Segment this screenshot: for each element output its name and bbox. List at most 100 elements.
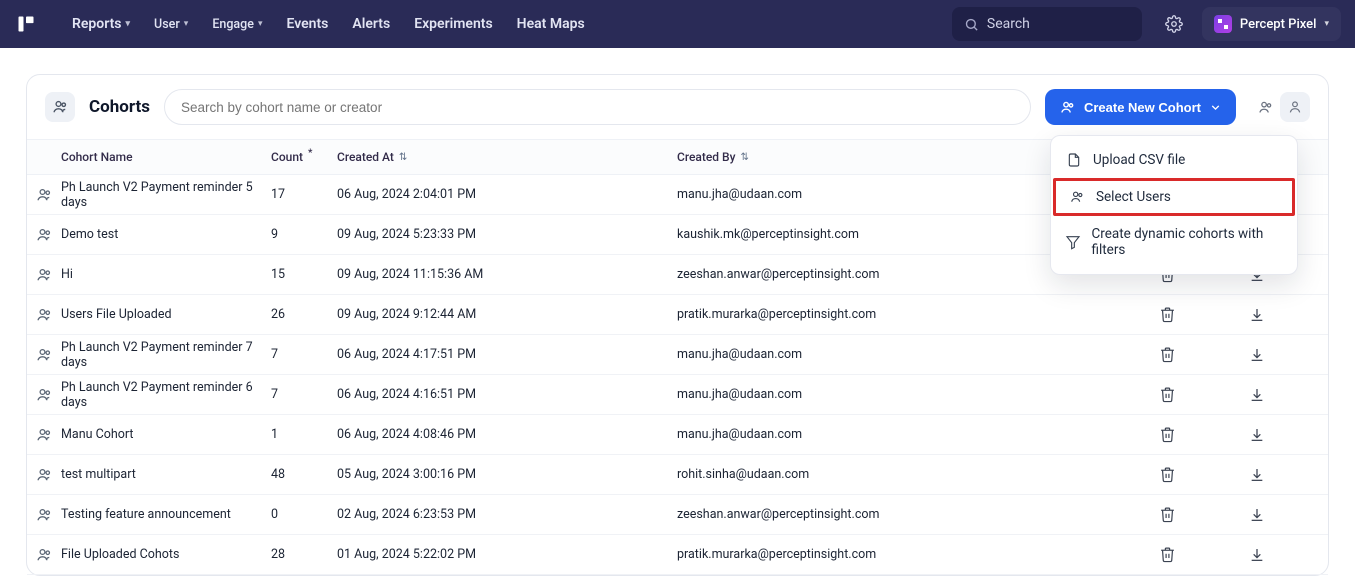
cell-count: 7	[271, 387, 337, 402]
cohort-icon	[27, 266, 61, 284]
menu-item-label: Create dynamic cohorts with filters	[1091, 226, 1283, 258]
col-created-at[interactable]: Created At⇅	[337, 150, 677, 164]
nav-user[interactable]: User▾	[144, 11, 198, 38]
download-button[interactable]	[1227, 467, 1287, 483]
table-row[interactable]: Ph Launch V2 Payment reminder 6 days706 …	[27, 375, 1328, 415]
cohort-icon	[1068, 189, 1086, 205]
nav-reports[interactable]: Reports▾	[62, 10, 140, 38]
cell-count: 0	[271, 507, 337, 522]
cohort-icon	[27, 466, 61, 484]
nav-experiments[interactable]: Experiments	[404, 10, 502, 38]
view-user-button[interactable]	[1280, 92, 1310, 122]
nav-engage[interactable]: Engage▾	[202, 11, 272, 38]
table-row[interactable]: test multipart4805 Aug, 2024 3:00:16 PMr…	[27, 455, 1328, 495]
cell-created-by: manu.jha@udaan.com	[677, 187, 1107, 202]
workspace-icon	[1214, 15, 1232, 33]
cell-created-at: 06 Aug, 2024 4:17:51 PM	[337, 347, 677, 362]
cell-count: 15	[271, 267, 337, 282]
cohort-icon	[27, 346, 61, 364]
col-name[interactable]: Cohort Name	[61, 150, 271, 164]
app-logo[interactable]	[14, 12, 38, 36]
delete-button[interactable]	[1107, 506, 1227, 523]
main-nav: Reports▾ User▾ Engage▾ Events Alerts Exp…	[62, 10, 595, 38]
delete-button[interactable]	[1107, 546, 1227, 563]
menu-upload-csv[interactable]: Upload CSV file	[1051, 142, 1297, 178]
cell-name: Ph Launch V2 Payment reminder 5 days	[61, 180, 271, 210]
cell-created-at: 06 Aug, 2024 4:16:51 PM	[337, 387, 677, 402]
cell-created-at: 09 Aug, 2024 9:12:44 AM	[337, 307, 677, 322]
download-button[interactable]	[1227, 307, 1287, 323]
sort-icon: ⇅	[740, 152, 748, 163]
create-cohort-menu: Upload CSV file Select Users Create dyna…	[1050, 135, 1298, 275]
download-button[interactable]	[1227, 507, 1287, 523]
global-search[interactable]: Search	[952, 7, 1142, 41]
view-cohort-button[interactable]	[1250, 92, 1280, 122]
download-button[interactable]	[1227, 347, 1287, 363]
col-count[interactable]: Count*	[271, 150, 337, 164]
chevron-down-icon: ▾	[184, 19, 189, 29]
menu-select-users[interactable]: Select Users	[1053, 178, 1295, 216]
col-created-by[interactable]: Created By⇅	[677, 150, 1107, 164]
delete-button[interactable]	[1107, 386, 1227, 403]
download-button[interactable]	[1227, 387, 1287, 403]
cohort-icon	[27, 426, 61, 444]
cell-name: Demo test	[61, 227, 271, 242]
cell-name: Ph Launch V2 Payment reminder 6 days	[61, 380, 271, 410]
cohort-icon	[45, 92, 75, 122]
table-row[interactable]: Testing feature announcement002 Aug, 202…	[27, 495, 1328, 535]
cell-created-by: zeeshan.anwar@perceptinsight.com	[677, 267, 1107, 282]
filter-icon	[1065, 234, 1081, 250]
delete-button[interactable]	[1107, 466, 1227, 483]
chevron-down-icon	[1209, 101, 1222, 114]
cell-name: Users File Uploaded	[61, 307, 271, 322]
page-title: Cohorts	[89, 97, 150, 117]
sort-icon: ⇅	[399, 152, 407, 163]
menu-item-label: Select Users	[1096, 189, 1171, 205]
delete-button[interactable]	[1107, 306, 1227, 323]
settings-button[interactable]	[1158, 15, 1190, 33]
cell-name: Hi	[61, 267, 271, 282]
cohort-icon	[27, 186, 61, 204]
nav-events[interactable]: Events	[276, 10, 338, 38]
table-row[interactable]: Users File Uploaded2609 Aug, 2024 9:12:4…	[27, 295, 1328, 335]
cell-created-by: pratik.murarka@perceptinsight.com	[677, 307, 1107, 322]
cohort-icon	[27, 226, 61, 244]
card-header: Cohorts Create New Cohort	[27, 75, 1328, 139]
download-button[interactable]	[1227, 427, 1287, 443]
menu-dynamic-cohorts[interactable]: Create dynamic cohorts with filters	[1051, 216, 1297, 268]
table-row[interactable]: File Uploaded Cohots2801 Aug, 2024 5:22:…	[27, 535, 1328, 575]
cell-count: 28	[271, 547, 337, 562]
nav-heatmaps[interactable]: Heat Maps	[507, 10, 595, 38]
cell-count: 48	[271, 467, 337, 482]
cohort-icon	[1059, 99, 1076, 116]
cohort-icon	[27, 506, 61, 524]
file-icon	[1065, 152, 1083, 168]
cohort-icon	[27, 546, 61, 564]
cohort-icon	[27, 386, 61, 404]
workspace-switcher[interactable]: Percept Pixel ▾	[1202, 7, 1341, 41]
table-row[interactable]: Manu Cohort106 Aug, 2024 4:08:46 PMmanu.…	[27, 415, 1328, 455]
workspace-name: Percept Pixel	[1240, 17, 1317, 32]
create-cohort-label: Create New Cohort	[1084, 100, 1201, 115]
chevron-down-icon: ▾	[258, 19, 263, 29]
download-button[interactable]	[1227, 547, 1287, 563]
cell-created-by: kaushik.mk@perceptinsight.com	[677, 227, 1107, 242]
cohorts-card: Cohorts Create New Cohort	[26, 74, 1329, 576]
delete-button[interactable]	[1107, 346, 1227, 363]
menu-item-label: Upload CSV file	[1093, 152, 1185, 168]
cell-created-at: 09 Aug, 2024 11:15:36 AM	[337, 267, 677, 282]
create-cohort-button[interactable]: Create New Cohort	[1045, 89, 1236, 125]
cell-count: 7	[271, 347, 337, 362]
topbar: Reports▾ User▾ Engage▾ Events Alerts Exp…	[0, 0, 1355, 48]
cell-created-at: 06 Aug, 2024 2:04:01 PM	[337, 187, 677, 202]
table-row[interactable]: Ph Launch V2 Payment reminder 7 days706 …	[27, 335, 1328, 375]
gear-icon	[1165, 15, 1183, 33]
cell-created-by: pratik.murarka@perceptinsight.com	[677, 547, 1107, 562]
nav-alerts[interactable]: Alerts	[342, 10, 400, 38]
cell-count: 1	[271, 427, 337, 442]
delete-button[interactable]	[1107, 426, 1227, 443]
cell-name: Ph Launch V2 Payment reminder 7 days	[61, 340, 271, 370]
view-toggle	[1250, 92, 1310, 122]
cell-created-at: 09 Aug, 2024 5:23:33 PM	[337, 227, 677, 242]
cohort-search-input[interactable]	[164, 89, 1031, 125]
